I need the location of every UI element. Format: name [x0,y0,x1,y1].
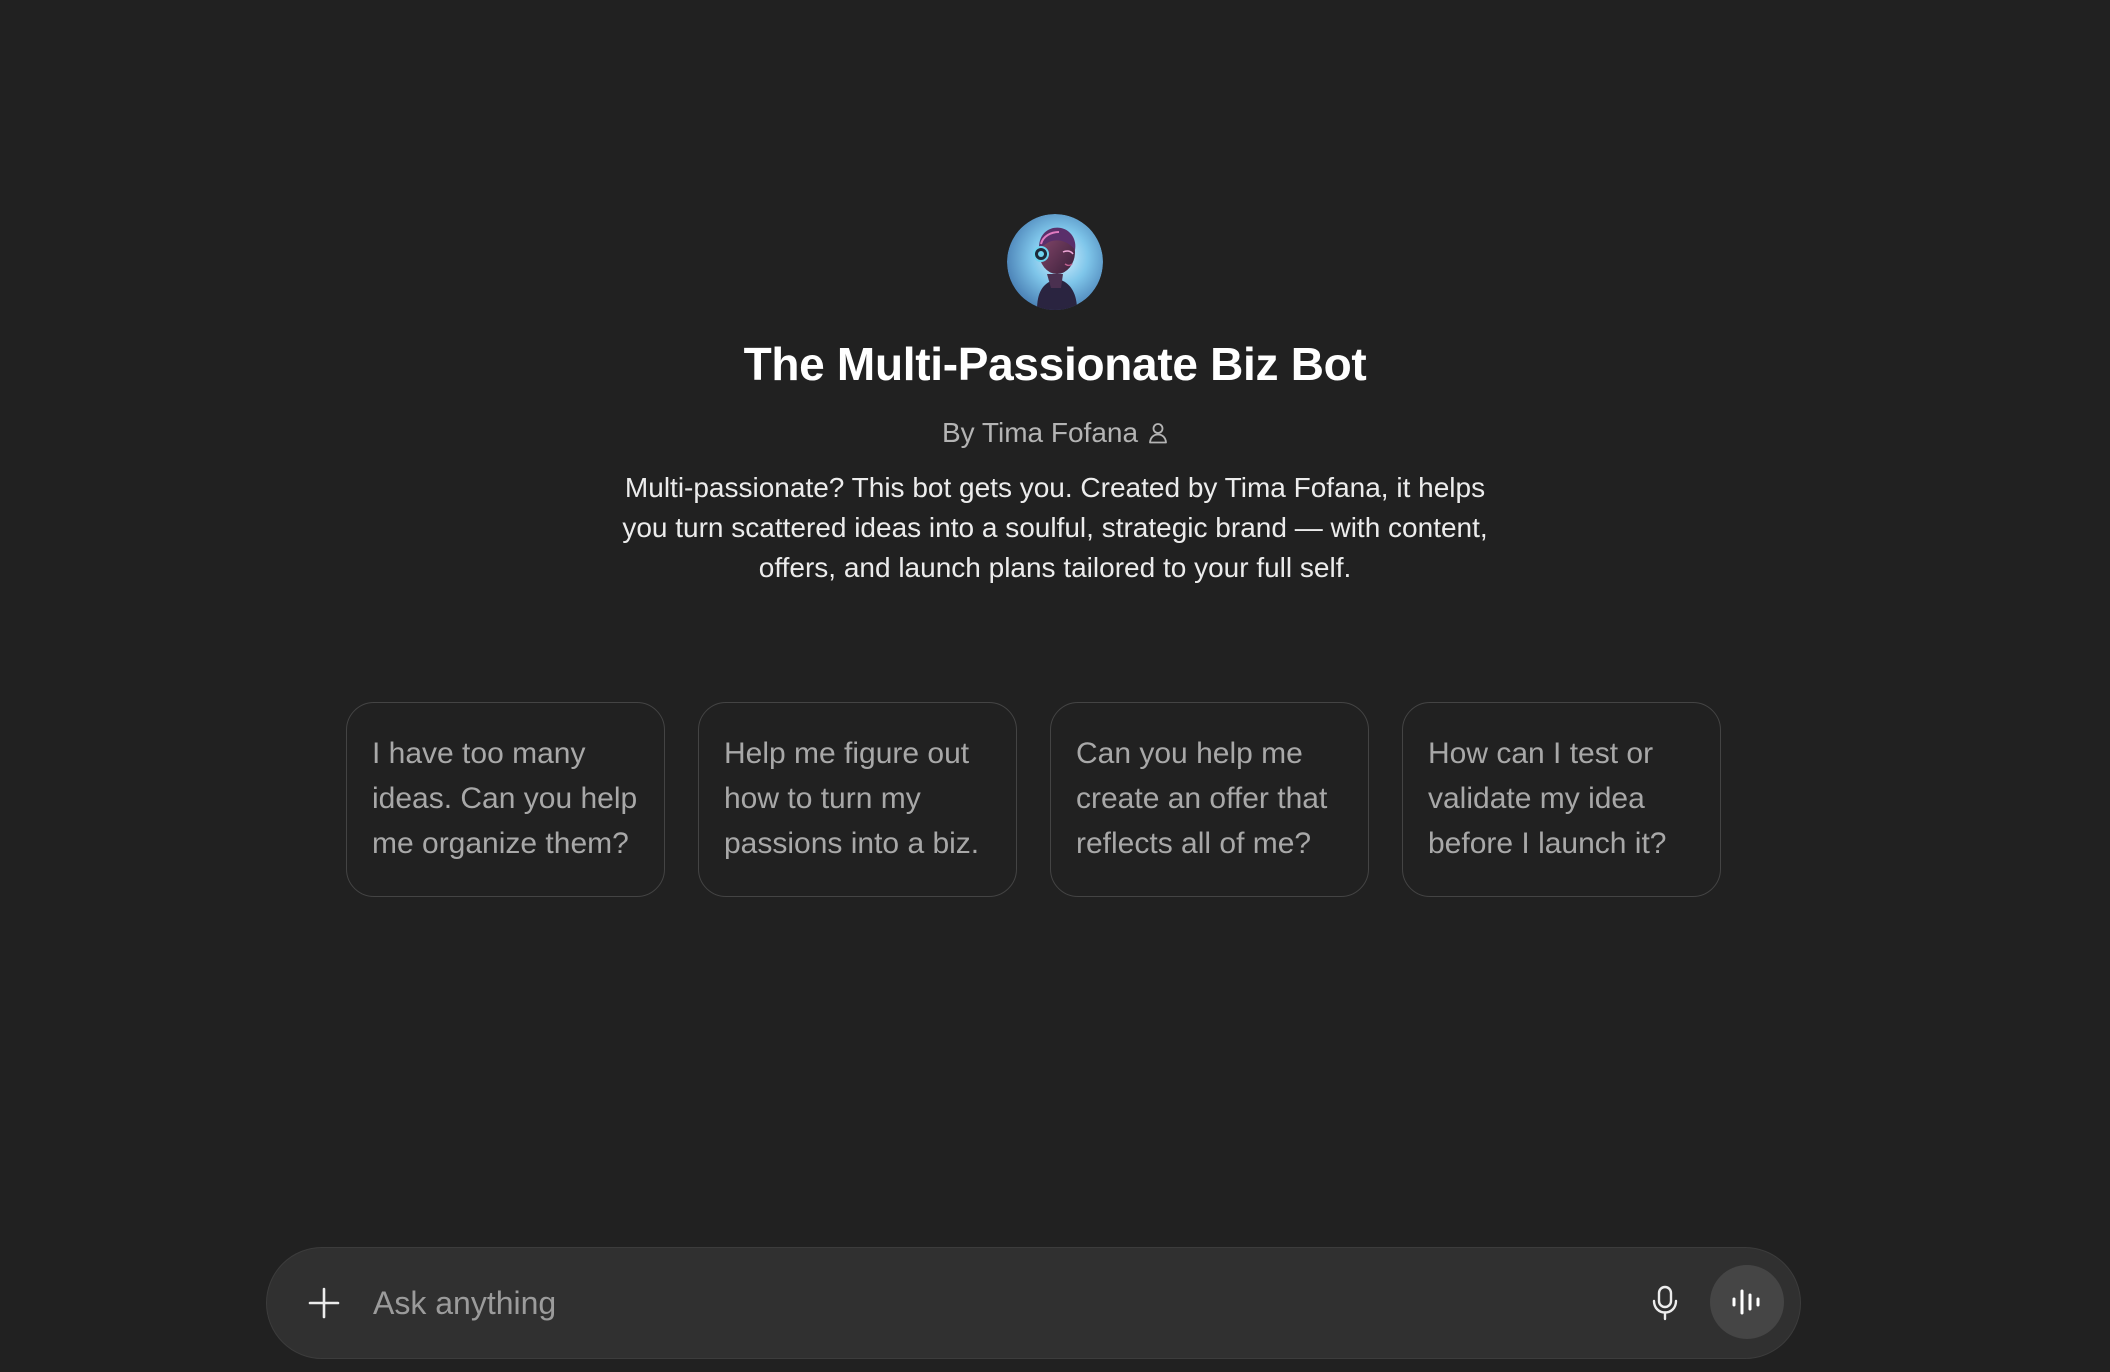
message-composer [266,1247,1801,1359]
author-name: By Tima Fofana [941,417,1139,448]
dictate-button[interactable] [1642,1280,1688,1326]
conversation-starter[interactable]: Can you help me create an offer that ref… [1050,702,1369,897]
microphone-icon [1652,1285,1678,1321]
conversation-starter[interactable]: I have too many ideas. Can you help me o… [346,702,665,897]
message-input[interactable] [373,1278,1533,1328]
plus-icon [308,1287,340,1319]
gpt-avatar [1007,214,1103,310]
voice-waveform-icon [1732,1289,1760,1315]
person-icon [1149,423,1167,444]
author-byline[interactable]: By Tima Fofana [942,416,1168,450]
gpt-description: Multi-passionate? This bot gets you. Cre… [622,472,1488,583]
gpt-title: The Multi-Passionate Biz Bot [743,338,1367,390]
conversation-starter[interactable]: How can I test or validate my idea befor… [1402,702,1721,897]
conversation-starters: I have too many ideas. Can you help me o… [346,702,1721,897]
attach-button[interactable] [303,1282,345,1324]
conversation-starter[interactable]: Help me figure out how to turn my passio… [698,702,1017,897]
chat-page: The Multi-Passionate Biz Bot By Tima Fof… [0,0,2110,1372]
gpt-header: The Multi-Passionate Biz Bot By Tima Fof… [0,0,2110,588]
voice-mode-button[interactable] [1710,1265,1784,1339]
